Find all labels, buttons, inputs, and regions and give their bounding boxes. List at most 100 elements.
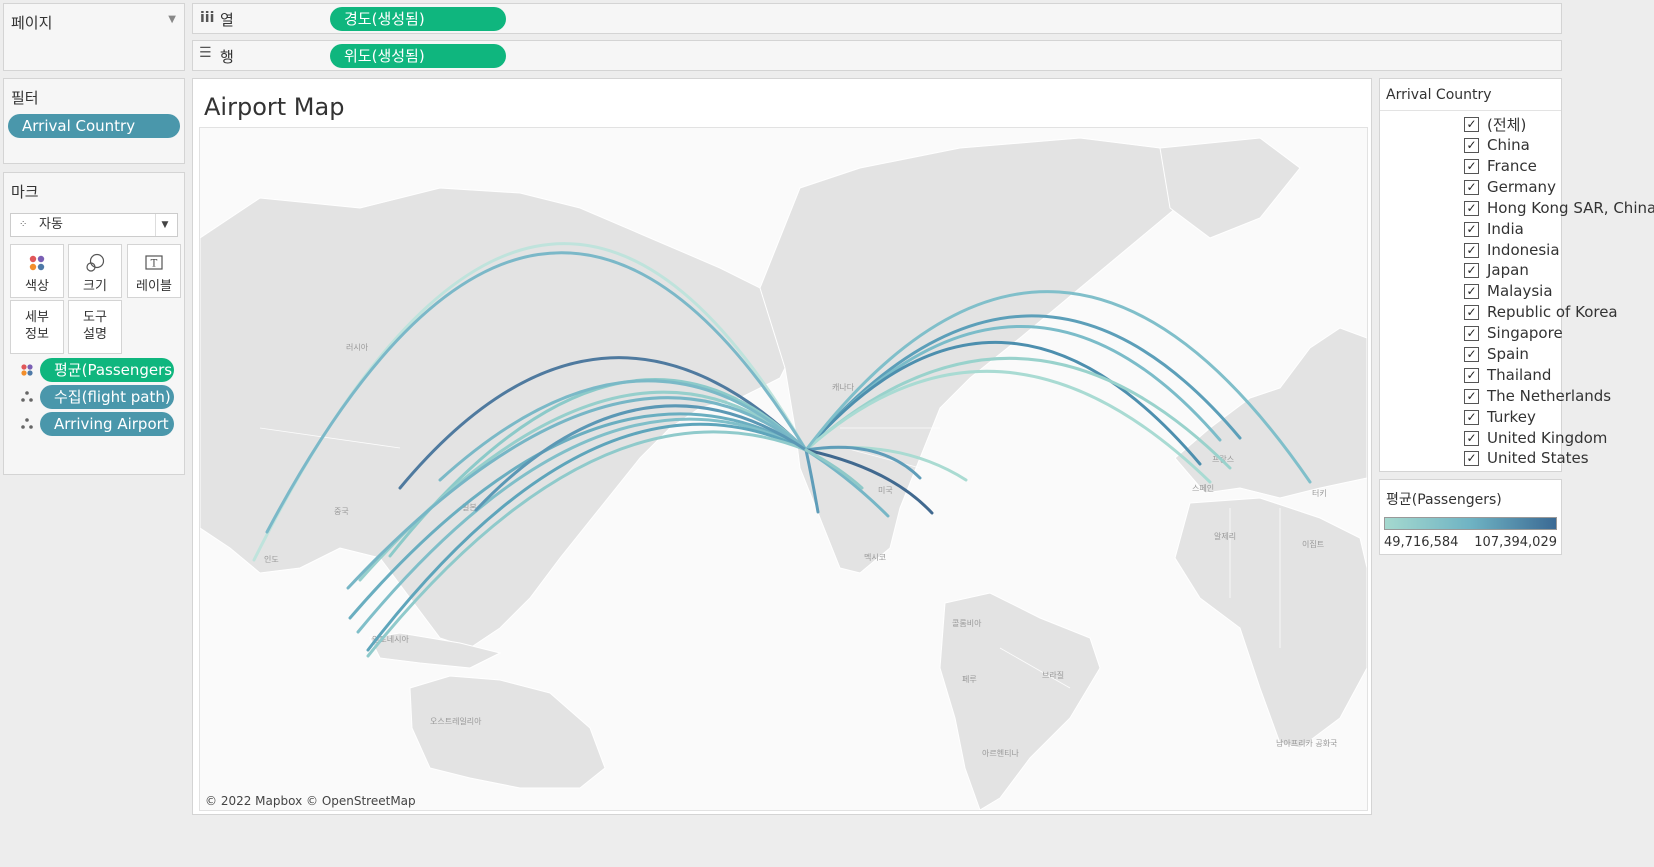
marks-pill-avg-passengers[interactable]: 평균(Passengers) [40, 358, 174, 382]
map-label-china: 중국 [334, 507, 349, 516]
map-label-mexico: 멕시코 [864, 552, 886, 562]
columns-icon: iii [200, 10, 215, 26]
columns-pill-longitude[interactable]: 경도(생성됨) [330, 7, 506, 31]
color-button-label: 색상 [25, 279, 49, 294]
filter-item-us[interactable]: ✓ United States [1464, 448, 1589, 468]
filter-item-france[interactable]: ✓ France [1464, 156, 1537, 176]
color-button[interactable]: 색상 [10, 244, 64, 298]
checkbox-checked[interactable]: ✓ [1464, 221, 1479, 237]
map-canvas[interactable]: 러시아 중국 인도 일본 인도네시아 오스트레일리아 캐나다 미국 멕시코 콜롬… [200, 128, 1367, 810]
marks-title: 마크 [11, 183, 39, 201]
filter-item-indonesia[interactable]: ✓ Indonesia [1464, 240, 1560, 260]
map-label-egypt: 이집트 [1302, 539, 1324, 549]
marks-pill-flight-path[interactable]: 수집(flight path) [40, 385, 174, 409]
map-label-canada: 캐나다 [832, 383, 855, 392]
map-label-usa: 미국 [878, 486, 893, 495]
checkbox-checked[interactable]: ✓ [1464, 262, 1479, 278]
filters-card[interactable]: 필터 Arrival Country [3, 78, 185, 164]
mark-type-label: 자동 [39, 217, 63, 232]
detail-button[interactable]: 세부 정보 [10, 300, 64, 354]
checkbox-checked[interactable]: ✓ [1464, 200, 1479, 216]
checkbox-checked[interactable]: ✓ [1464, 158, 1479, 174]
filter-item-malaysia[interactable]: ✓ Malaysia [1464, 281, 1553, 301]
checkbox-checked[interactable]: ✓ [1464, 325, 1479, 341]
checkbox-checked[interactable]: ✓ [1464, 137, 1479, 153]
label-button-label: 레이블 [136, 279, 172, 294]
filter-item-hong-kong[interactable]: ✓ Hong Kong SAR, China [1464, 198, 1654, 218]
color-legend-card[interactable]: 평균(Passengers) 49,716,584 107,394,029 [1379, 479, 1562, 555]
filter-item-japan[interactable]: ✓ Japan [1464, 260, 1529, 280]
detail-dots-icon [21, 418, 33, 429]
size-button-label: 크기 [83, 279, 107, 294]
marks-pill-arriving-airport[interactable]: Arriving Airport [40, 412, 174, 436]
land-greenland [1159, 137, 1301, 239]
checkbox-checked[interactable]: ✓ [1464, 430, 1479, 446]
color-dots-icon [29, 255, 45, 271]
map[interactable]: 러시아 중국 인도 일본 인도네시아 오스트레일리아 캐나다 미국 멕시코 콜롬… [199, 127, 1368, 811]
tooltip-button-label: 도구 설명 [83, 310, 107, 342]
checkbox-checked[interactable]: ✓ [1464, 450, 1479, 466]
map-label-algeria: 알제리 [1214, 531, 1236, 541]
color-legend-title: 평균(Passengers) [1386, 492, 1502, 508]
checkbox-checked[interactable]: ✓ [1464, 367, 1479, 383]
color-legend-min: 49,716,584 [1384, 535, 1459, 550]
filter-item-germany[interactable]: ✓ Germany [1464, 177, 1556, 197]
marks-card[interactable]: 마크 ⁘ 자동 ▼ 색상 크기 T 레이블 세부 정보 도구 설명 평균(Pas… [3, 172, 185, 475]
filter-item-thailand[interactable]: ✓ Thailand [1464, 365, 1551, 385]
map-label-spain: 스페인 [1192, 483, 1214, 493]
checkbox-checked[interactable]: ✓ [1464, 283, 1479, 299]
filter-pill-arrival-country[interactable]: Arrival Country [8, 114, 180, 138]
filter-item-turkey[interactable]: ✓ Turkey [1464, 407, 1536, 427]
land-europe [1174, 327, 1367, 499]
color-ramp [1384, 517, 1557, 530]
pages-card[interactable]: 페이지 ▼ [3, 3, 185, 71]
filter-item-spain[interactable]: ✓ Spain [1464, 344, 1529, 364]
columns-label: 열 [220, 11, 234, 29]
map-label-russia: 러시아 [346, 342, 369, 352]
svg-text:T: T [151, 259, 158, 270]
label-button[interactable]: T 레이블 [127, 244, 181, 298]
filter-item-all[interactable]: ✓ (전체) [1464, 114, 1526, 134]
size-circles-icon [86, 253, 105, 272]
checkbox-checked[interactable]: ✓ [1464, 388, 1479, 404]
rows-icon: ☰ [199, 45, 212, 61]
checkbox-checked[interactable]: ✓ [1464, 346, 1479, 362]
mark-type-icon: ⁘ [19, 219, 28, 230]
map-label-colombia: 콜롬비아 [952, 618, 982, 628]
checkbox-checked[interactable]: ✓ [1464, 179, 1479, 195]
checkbox-checked[interactable]: ✓ [1464, 409, 1479, 425]
detail-dots-icon [21, 391, 33, 402]
filter-item-china[interactable]: ✓ China [1464, 135, 1530, 155]
filter-item-uk[interactable]: ✓ United Kingdom [1464, 428, 1607, 448]
chevron-down-icon[interactable]: ▼ [168, 14, 176, 25]
filter-item-netherlands[interactable]: ✓ The Netherlands [1464, 386, 1611, 406]
land-australia [409, 675, 606, 789]
filter-item-india[interactable]: ✓ India [1464, 219, 1524, 239]
map-label-australia: 오스트레일리아 [430, 716, 482, 726]
rows-shelf[interactable]: ☰ 행 위도(생성됨) [192, 40, 1562, 71]
map-label-peru: 페루 [962, 674, 977, 684]
filters-title: 필터 [11, 89, 39, 107]
map-label-turkey: 터키 [1312, 489, 1327, 498]
filter-item-singapore[interactable]: ✓ Singapore [1464, 323, 1563, 343]
filter-card-title: Arrival Country [1386, 87, 1492, 103]
columns-shelf[interactable]: iii 열 경도(생성됨) [192, 3, 1562, 34]
map-label-brazil: 브라질 [1042, 671, 1064, 680]
filter-item-korea[interactable]: ✓ Republic of Korea [1464, 302, 1618, 322]
map-label-argentina: 아르헨티나 [982, 748, 1019, 758]
land-northamerica [759, 137, 1201, 574]
color-legend-max: 107,394,029 [1474, 535, 1557, 550]
mark-type-dropdown[interactable]: ⁘ 자동 ▼ [10, 213, 178, 237]
tooltip-button[interactable]: 도구 설명 [68, 300, 122, 354]
map-label-south-africa: 남아프리카 공화국 [1276, 738, 1337, 748]
checkbox-checked[interactable]: ✓ [1464, 242, 1479, 258]
sheet-title: Airport Map [204, 93, 345, 121]
rows-label: 행 [220, 48, 234, 66]
map-label-india: 인도 [264, 554, 279, 564]
checkbox-checked[interactable]: ✓ [1464, 116, 1479, 132]
sheet-view[interactable]: Airport Map 러시아 중국 인도 일본 인도네시아 오스트레일리아 캐… [192, 78, 1372, 815]
checkbox-checked[interactable]: ✓ [1464, 304, 1479, 320]
rows-pill-latitude[interactable]: 위도(생성됨) [330, 44, 506, 68]
pages-title: 페이지 [11, 14, 53, 32]
size-button[interactable]: 크기 [68, 244, 122, 298]
